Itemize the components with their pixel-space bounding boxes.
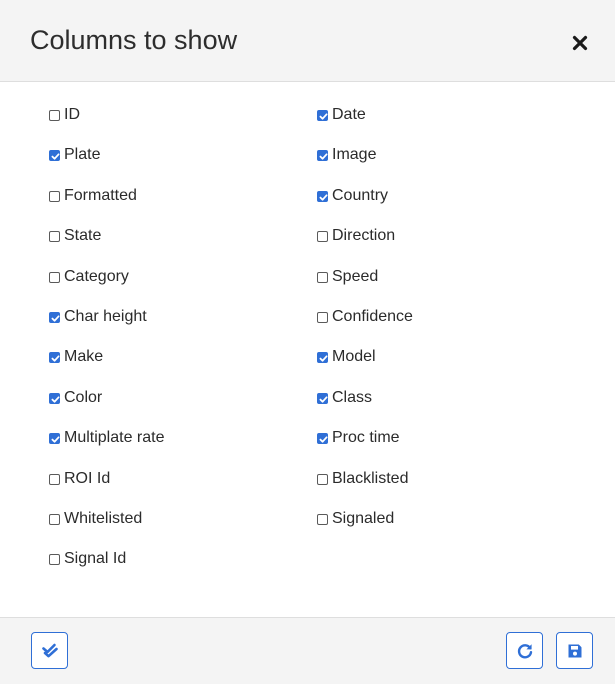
checkbox-proc-time[interactable] — [317, 432, 328, 444]
option-image[interactable]: Image — [317, 142, 376, 168]
option-label: ID — [64, 106, 80, 123]
checkbox-whitelisted[interactable] — [49, 513, 60, 525]
option-country[interactable]: Country — [317, 183, 388, 209]
option-label: Signaled — [332, 510, 395, 527]
option-label: Char height — [64, 308, 147, 325]
close-button[interactable] — [568, 31, 592, 55]
checkbox-color[interactable] — [49, 392, 60, 404]
columns-dialog: Columns to show ID Plate Formatted State Cat… — [0, 0, 615, 684]
option-direction[interactable]: Direction — [317, 223, 395, 249]
checkbox-plate[interactable] — [49, 149, 60, 161]
option-proc-time[interactable]: Proc time — [317, 425, 400, 451]
option-label: Signal Id — [64, 550, 127, 567]
check-icon — [319, 354, 328, 362]
option-blacklisted[interactable]: Blacklisted — [317, 466, 408, 492]
option-state[interactable]: State — [49, 223, 101, 249]
checkbox-formatted[interactable] — [49, 190, 60, 202]
checkbox-char-height[interactable] — [49, 311, 60, 323]
option-roi-id[interactable]: ROI Id — [49, 466, 110, 492]
option-label: Direction — [332, 227, 396, 244]
option-label: Formatted — [64, 187, 137, 204]
checkbox-class[interactable] — [317, 392, 328, 404]
option-category[interactable]: Category — [49, 264, 129, 290]
checkbox-speed[interactable] — [317, 271, 328, 283]
select-all-button[interactable] — [31, 632, 68, 669]
option-confidence[interactable]: Confidence — [317, 304, 413, 330]
option-whitelisted[interactable]: Whitelisted — [49, 506, 142, 532]
check-icon — [51, 395, 60, 403]
dialog-footer — [0, 617, 615, 684]
checkbox-roi-id[interactable] — [49, 473, 60, 485]
option-model[interactable]: Model — [317, 344, 376, 370]
option-label: Multiplate rate — [64, 429, 165, 446]
checkbox-model[interactable] — [317, 351, 328, 363]
option-plate[interactable]: Plate — [49, 142, 100, 168]
option-label: Date — [332, 106, 366, 123]
save-button[interactable] — [556, 632, 593, 669]
option-label: Plate — [64, 146, 101, 163]
check-icon — [319, 152, 328, 160]
save-icon — [568, 644, 581, 657]
option-label: Country — [332, 187, 389, 204]
option-label: Confidence — [332, 308, 413, 325]
check-icon — [51, 152, 60, 160]
option-color[interactable]: Color — [49, 385, 102, 411]
check-icon — [319, 435, 328, 443]
checkbox-make[interactable] — [49, 351, 60, 363]
close-icon — [572, 35, 588, 51]
check-icon — [51, 435, 60, 443]
double-check-icon — [41, 643, 58, 657]
option-label: Make — [64, 348, 104, 365]
checkbox-signaled[interactable] — [317, 513, 328, 525]
checkbox-id[interactable] — [49, 109, 60, 121]
option-label: Blacklisted — [332, 470, 409, 487]
option-signaled[interactable]: Signaled — [317, 506, 394, 532]
option-multiplate-rate[interactable]: Multiplate rate — [49, 425, 165, 451]
option-label: Model — [332, 348, 376, 365]
dialog-title: Columns to show — [30, 25, 238, 55]
reset-button[interactable] — [506, 632, 543, 669]
checkbox-signal-id[interactable] — [49, 553, 60, 565]
check-icon — [51, 314, 60, 322]
check-icon — [319, 112, 328, 120]
option-label: Category — [64, 268, 129, 285]
option-label: Speed — [332, 268, 379, 285]
checkbox-country[interactable] — [317, 190, 328, 202]
check-icon — [51, 354, 60, 362]
option-label: Class — [332, 389, 373, 406]
option-label: Color — [64, 389, 103, 406]
check-icon — [319, 193, 328, 201]
option-class[interactable]: Class — [317, 385, 372, 411]
option-char-height[interactable]: Char height — [49, 304, 147, 330]
redo-icon — [517, 643, 532, 658]
option-speed[interactable]: Speed — [317, 264, 378, 290]
option-label: Whitelisted — [64, 510, 143, 527]
option-signal-id[interactable]: Signal Id — [49, 546, 126, 572]
option-formatted[interactable]: Formatted — [49, 183, 137, 209]
dialog-header: Columns to show — [0, 0, 615, 82]
check-icon — [319, 395, 328, 403]
checkbox-category[interactable] — [49, 271, 60, 283]
option-label: State — [64, 227, 102, 244]
checkbox-date[interactable] — [317, 109, 328, 121]
checkbox-direction[interactable] — [317, 230, 328, 242]
column-options: ID Plate Formatted State Category Char height… — [0, 82, 615, 617]
option-make[interactable]: Make — [49, 344, 103, 370]
option-date[interactable]: Date — [317, 102, 366, 128]
checkbox-blacklisted[interactable] — [317, 473, 328, 485]
checkbox-confidence[interactable] — [317, 311, 328, 323]
option-label: Proc time — [332, 429, 400, 446]
checkbox-image[interactable] — [317, 149, 328, 161]
option-label: Image — [332, 146, 377, 163]
checkbox-state[interactable] — [49, 230, 60, 242]
option-id[interactable]: ID — [49, 102, 80, 128]
option-label: ROI Id — [64, 470, 111, 487]
checkbox-multiplate-rate[interactable] — [49, 432, 60, 444]
